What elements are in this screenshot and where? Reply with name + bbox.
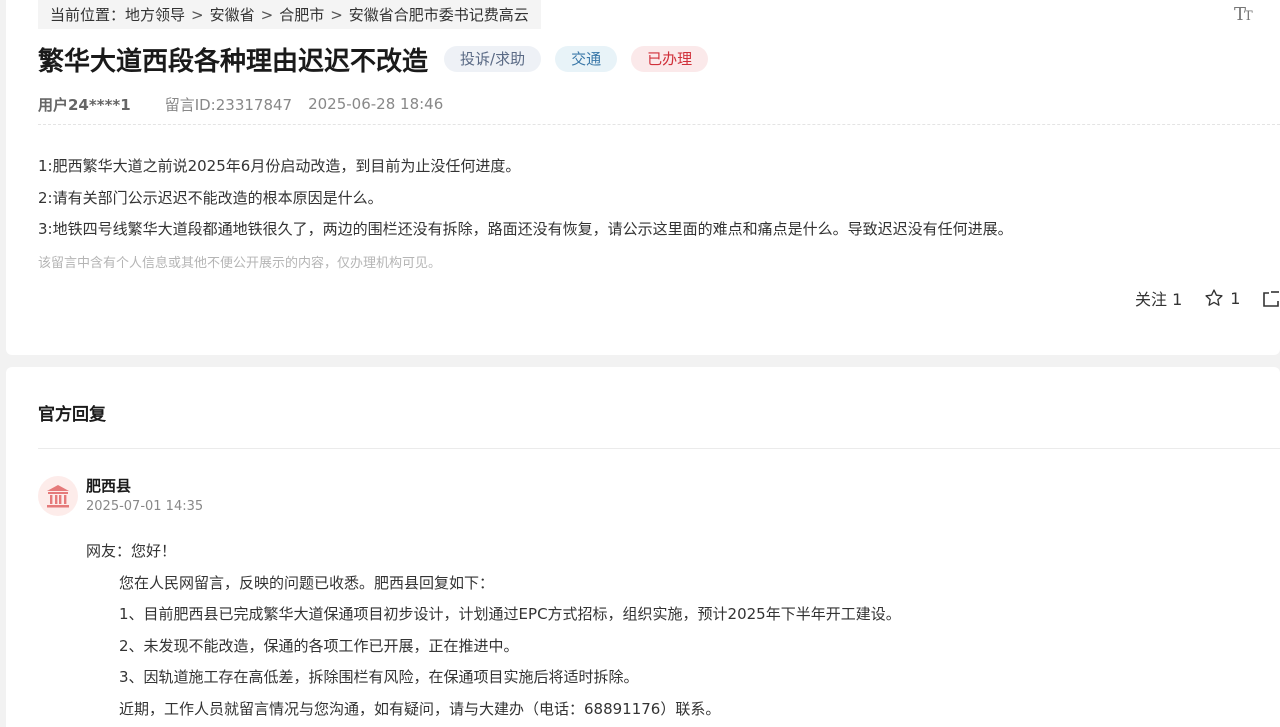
- page-title: 繁华大道西段各种理由迟迟不改造: [38, 46, 429, 77]
- content-line: 2:请有关部门公示迟迟不能改造的根本原因是什么。: [38, 188, 383, 207]
- font-size-icon[interactable]: TT: [1234, 4, 1258, 26]
- reply-paragraph: 2、未发现不能改造，保通的各项工作已开展，正在推进中。: [119, 636, 519, 655]
- reply-paragraph: 3、因轨道施工存在高低差，拆除围栏有风险，在保通项目实施后将适时拆除。: [119, 668, 639, 686]
- content-line: 1:肥西繁华大道之前说2025年6月份启动改造，到目前为止没任何进度。: [38, 157, 521, 175]
- breadcrumb-separator: >: [330, 5, 343, 24]
- share-button[interactable]: [1262, 288, 1280, 308]
- follow-label: 关注: [1135, 290, 1168, 309]
- breadcrumb-separator: >: [260, 5, 274, 24]
- breadcrumb-item-province[interactable]: 安徽省: [210, 4, 255, 25]
- message-id: 留言ID:23317847: [164, 95, 293, 114]
- divider: [38, 448, 1280, 449]
- reply-greeting: 网友：您好！: [86, 542, 177, 560]
- reply-body: 网友：您好！ 您在人民网留言，反映的问题已收悉。肥西县回复如下： 1、目前肥西县…: [86, 536, 1266, 725]
- reply-paragraph: 您在人民网留言，反映的问题已收悉。肥西县回复如下：: [119, 573, 495, 592]
- avatar: [38, 476, 78, 516]
- government-building-icon: [47, 485, 69, 508]
- reply-paragraph: 1、目前肥西县已完成繁华大道保通项目初步设计，计划通过EPC方式招标，组织实施，…: [119, 605, 901, 623]
- font-size-small: T: [1244, 9, 1253, 24]
- reply-org: 肥西县: [86, 477, 132, 495]
- divider: [38, 124, 1280, 125]
- post-actions: 关注 1 1: [1135, 286, 1280, 310]
- title-row: 繁华大道西段各种理由迟迟不改造 投诉/求助 交通 已办理: [38, 40, 722, 78]
- breadcrumb: 当前位置： 地方领导 > 安徽省 > 合肥市 > 安徽省合肥市委书记费高云: [38, 0, 541, 29]
- reply-heading: 官方回复: [38, 405, 106, 425]
- follow-count: 1: [1172, 290, 1183, 309]
- status-badge: 已办理: [631, 46, 709, 72]
- breadcrumb-item-leader[interactable]: 安徽省合肥市委书记费高云: [349, 4, 529, 25]
- share-icon: [1263, 291, 1280, 307]
- breadcrumb-item-city[interactable]: 合肥市: [279, 4, 324, 25]
- breadcrumb-prefix: 当前位置：: [50, 6, 126, 24]
- post-user: 用户24****1: [38, 95, 131, 114]
- reply-time: 2025-07-01 14:35: [86, 499, 204, 514]
- font-size-large: T: [1234, 4, 1246, 25]
- field-tag: 交通: [555, 46, 618, 72]
- privacy-notice: 该留言中含有个人信息或其他不便公开展示的内容，仅办理机构可见。: [38, 256, 442, 271]
- reply-paragraph: 近期，工作人员就留言情况与您沟通，如有疑问，请与大建办（电话：68891176）…: [119, 699, 721, 718]
- content-line: 3:地铁四号线繁华大道段都通地铁很久了，两边的围栏还没有拆除，路面还没有恢复，请…: [38, 220, 1013, 238]
- follow-button[interactable]: 关注 1: [1135, 286, 1182, 310]
- star-button[interactable]: 1: [1204, 288, 1240, 308]
- type-tag: 投诉/求助: [444, 46, 542, 72]
- star-icon: [1205, 289, 1223, 306]
- post-meta: 用户24****1 留言ID:23317847 2025-06-28 18:46: [38, 93, 443, 115]
- post-time: 2025-06-28 18:46: [308, 95, 444, 113]
- star-count: 1: [1230, 288, 1241, 308]
- breadcrumb-separator: >: [191, 5, 204, 24]
- breadcrumb-item-local-leaders[interactable]: 地方领导: [125, 4, 185, 25]
- post-content: 1:肥西繁华大道之前说2025年6月份启动改造，到目前为止没任何进度。 2:请有…: [38, 151, 1268, 246]
